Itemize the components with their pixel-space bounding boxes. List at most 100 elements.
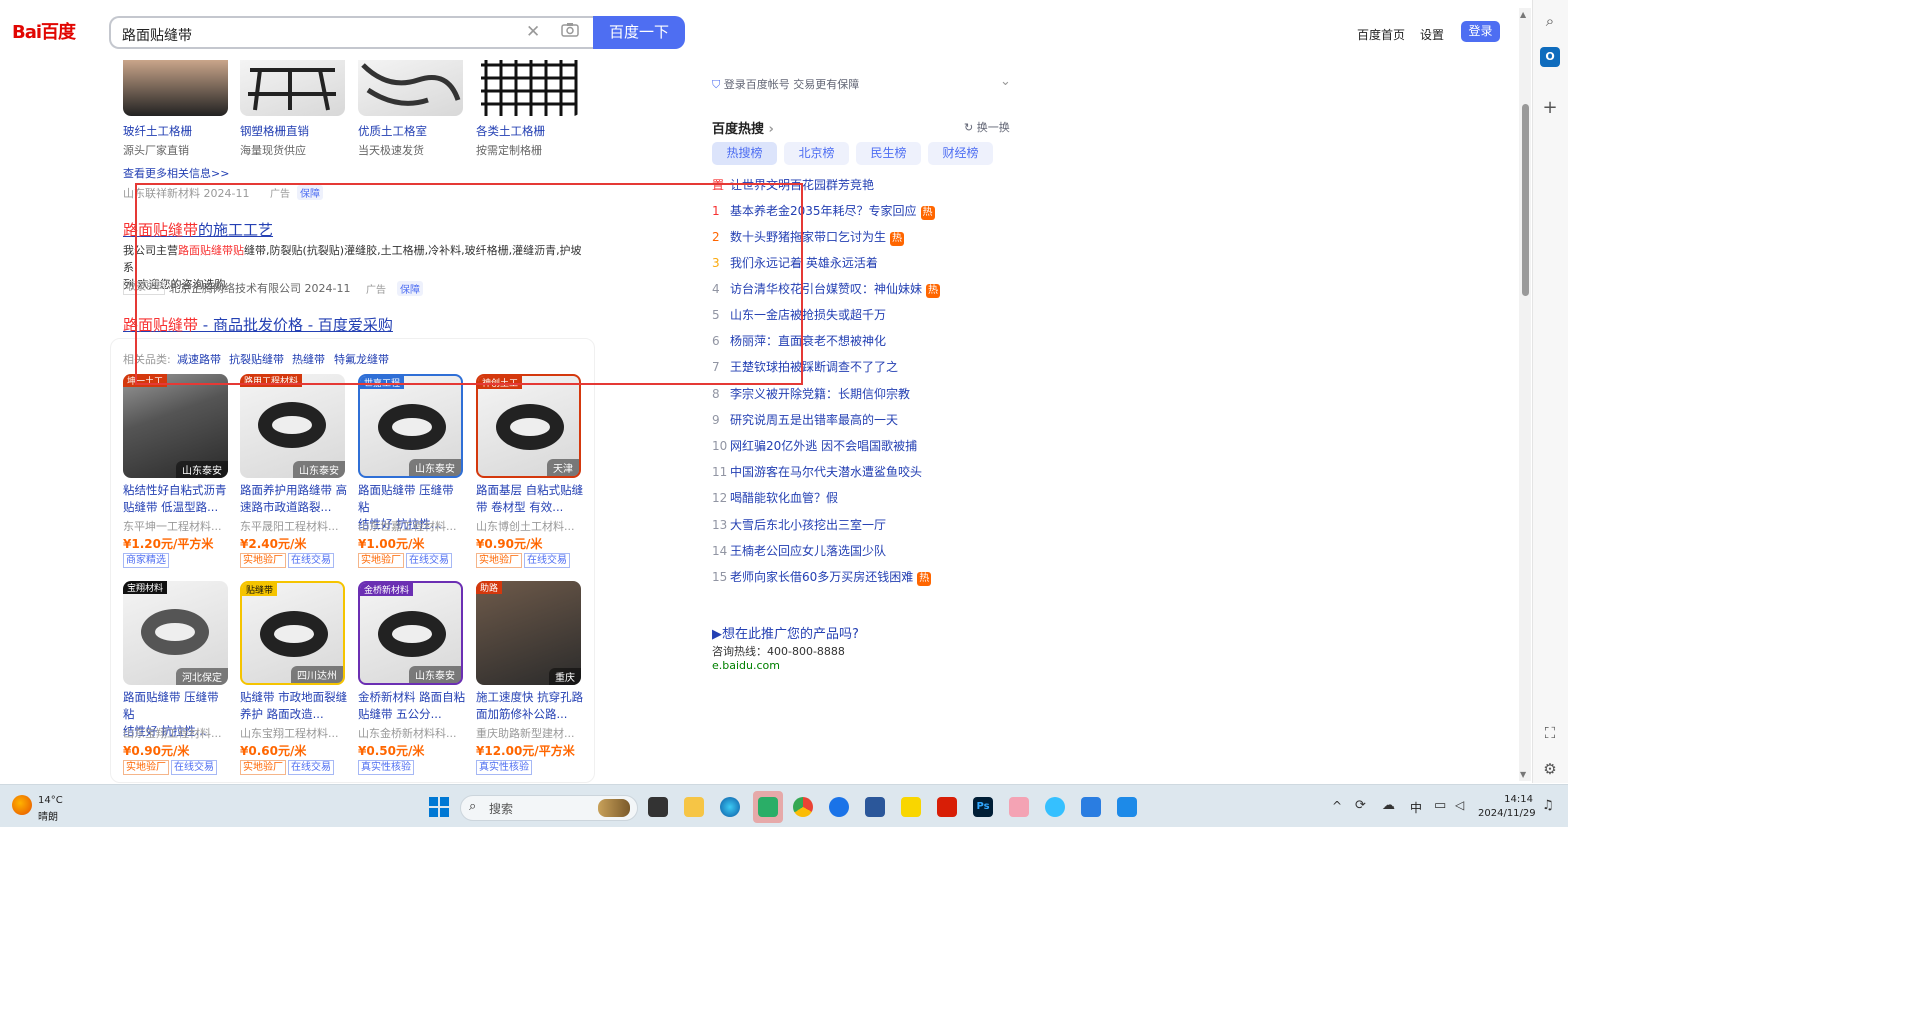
weather-temp[interactable]: 14°C <box>38 795 63 806</box>
hot-item[interactable]: 13 大雪后东北小孩挖出三室一厅 <box>712 516 886 532</box>
hot-item[interactable]: 9 研究说周五是出错率最高的一天 <box>712 411 898 427</box>
app-icon[interactable] <box>1009 797 1029 817</box>
promo-link[interactable]: ▶想在此推广您的产品吗? <box>712 623 859 642</box>
product-location: 山东泰安 <box>176 461 228 478</box>
product-image[interactable]: 贴缝带 四川达州 <box>240 581 345 685</box>
product-image[interactable] <box>476 60 581 116</box>
product-shop[interactable]: 重庆助路新型建材... <box>476 725 575 741</box>
chat-icon[interactable] <box>1045 797 1065 817</box>
scroll-down-icon[interactable]: ▼ <box>1520 770 1526 779</box>
hot-item[interactable]: 12 喝醋能软化血管？假 <box>712 489 838 505</box>
product-title[interactable]: 优质土工格室 <box>358 123 427 139</box>
windows-start-icon[interactable] <box>429 797 449 817</box>
baidu-logo[interactable]: Bai百度 <box>12 18 76 44</box>
weather-icon[interactable] <box>12 795 32 815</box>
outlook-icon[interactable]: O <box>1540 47 1560 67</box>
chevron-down-icon[interactable]: ⌄ <box>1000 74 1011 89</box>
notification-icon[interactable]: ♫ <box>1542 798 1554 813</box>
camera-icon[interactable] <box>561 22 579 37</box>
tab-hot[interactable]: 热搜榜 <box>712 142 777 165</box>
browser-icon[interactable] <box>829 797 849 817</box>
chevron-up-icon[interactable]: ^ <box>1332 799 1342 813</box>
product-title[interactable]: 钢塑格栅直销 <box>240 123 309 139</box>
store-icon[interactable] <box>865 797 885 817</box>
login-tip[interactable]: ⛉ 登录百度帐号 交易更有保障 <box>712 76 859 92</box>
product-image[interactable]: 路用工程材料 山东泰安 <box>240 374 345 478</box>
product-image[interactable]: 坤一土工 山东泰安 <box>123 374 228 478</box>
product-shop[interactable]: 山东宝翔工程材料... <box>240 725 339 741</box>
hot-item[interactable]: 15 老师向家长借60多万买房还钱困难热 <box>712 568 932 586</box>
product-image[interactable]: 助路 重庆 <box>476 581 581 685</box>
search-icon[interactable]: ⌕ <box>1540 12 1560 32</box>
product-name[interactable]: 路面基层 自粘式贴缝带 卷材型 有效... <box>476 482 584 516</box>
edge-browser-icon[interactable] <box>720 797 740 817</box>
ime-indicator[interactable]: 中 <box>1410 799 1422 816</box>
file-explorer-icon[interactable] <box>684 797 704 817</box>
product-image[interactable] <box>123 60 228 116</box>
search-highlight-icon <box>598 799 630 817</box>
product-name[interactable]: 路面养护用路缝带 高速路市政道路裂... <box>240 482 348 516</box>
wechat-icon[interactable] <box>758 797 778 817</box>
photoshop-icon[interactable]: Ps <box>973 797 993 817</box>
hot-item[interactable]: 14 王楠老公回应女儿落选国少队 <box>712 542 886 558</box>
nav-home-link[interactable]: 百度首页 <box>1357 26 1405 43</box>
hot-item[interactable]: 8 李宗义被开除党籍：长期信仰宗教 <box>712 385 910 401</box>
wps-icon[interactable] <box>937 797 957 817</box>
product-shop[interactable]: 东平坤一工程材料... <box>123 518 222 534</box>
hot-search-title[interactable]: 百度热搜 › <box>712 118 774 137</box>
clock-time[interactable]: 14:14 <box>1485 794 1533 805</box>
task-view-icon[interactable] <box>648 797 668 817</box>
hot-item[interactable]: 11 中国游客在马尔代夫潜水遭鲨鱼咬头 <box>712 463 922 479</box>
search-query[interactable]: 路面贴缝带 <box>122 25 192 45</box>
product-badge: 在线交易 <box>171 760 217 775</box>
hot-item[interactable]: 10 网红骗20亿外逃 因不会唱国歌被捕 <box>712 437 917 453</box>
network-icon[interactable]: ▭ <box>1434 798 1446 813</box>
product-subtitle: 当天极速发货 <box>358 144 424 157</box>
hot-mark-icon: 热 <box>926 284 941 298</box>
product-shop[interactable]: 山东金桥新材料科... <box>358 725 457 741</box>
product-badge: 真实性核验 <box>358 760 414 775</box>
more-info-link[interactable]: 查看更多相关信息>> <box>123 165 229 181</box>
product-shop[interactable]: 山东博创土工材料... <box>476 518 575 534</box>
product-name[interactable]: 粘结性好自粘式沥青 贴缝带 低温型路... <box>123 482 231 516</box>
product-shop[interactable]: 东平晟阳工程材料... <box>240 518 339 534</box>
product-location: 天津 <box>547 459 579 476</box>
clear-icon[interactable]: ✕ <box>526 22 540 42</box>
product-title[interactable]: 玻纤土工格栅 <box>123 123 192 139</box>
product-shop[interactable]: 山东世嘉工程材料... <box>358 518 457 534</box>
refresh-button[interactable]: ↻ 换一换 <box>964 119 1010 135</box>
login-button[interactable]: 登录 <box>1461 21 1500 42</box>
product-name[interactable]: 金桥新材料 路面自粘 贴缝带 五公分... <box>358 689 466 723</box>
search-button[interactable]: 百度一下 <box>593 16 685 49</box>
add-icon[interactable]: + <box>1540 97 1560 118</box>
volume-icon[interactable]: ◁ <box>1455 798 1464 812</box>
product-image[interactable] <box>358 60 463 116</box>
clock-date[interactable]: 2024/11/29 <box>1478 808 1536 819</box>
tab-finance[interactable]: 财经榜 <box>928 142 993 165</box>
product-image[interactable]: 神创土工 天津 <box>476 374 581 478</box>
tab-livelihood[interactable]: 民生榜 <box>856 142 921 165</box>
app-icon[interactable] <box>1117 797 1137 817</box>
weather-desc[interactable]: 晴朗 <box>38 808 58 823</box>
screenshot-icon[interactable]: ⛶ <box>1540 724 1560 744</box>
cloud-icon[interactable]: ☁ <box>1382 798 1395 813</box>
promo-url[interactable]: e.baidu.com <box>712 659 780 672</box>
product-shop[interactable]: 山东宝翔工程材料... <box>123 725 222 741</box>
product-image[interactable]: 宝翔材料 河北保定 <box>123 581 228 685</box>
sticky-notes-icon[interactable] <box>901 797 921 817</box>
product-image[interactable] <box>240 60 345 116</box>
chrome-icon[interactable] <box>793 797 813 817</box>
product-image[interactable]: 世嘉工程 山东泰安 <box>358 374 463 478</box>
sync-icon[interactable]: ⟳ <box>1355 798 1366 813</box>
product-title[interactable]: 各类土工格栅 <box>476 123 545 139</box>
scrollbar-thumb[interactable] <box>1522 104 1529 296</box>
product-image[interactable]: 金桥新材料 山东泰安 <box>358 581 463 685</box>
scroll-up-icon[interactable]: ▲ <box>1520 10 1526 19</box>
product-name[interactable]: 施工速度快 抗穿孔路 面加筋修补公路... <box>476 689 584 723</box>
gear-icon[interactable]: ⚙ <box>1540 760 1560 780</box>
tab-beijing[interactable]: 北京榜 <box>784 142 849 165</box>
product-name[interactable]: 贴缝带 市政地面裂缝 养护 路面改造... <box>240 689 348 723</box>
app-icon[interactable] <box>1081 797 1101 817</box>
search-icon: ⌕ <box>469 799 477 814</box>
nav-settings-link[interactable]: 设置 <box>1420 26 1444 43</box>
